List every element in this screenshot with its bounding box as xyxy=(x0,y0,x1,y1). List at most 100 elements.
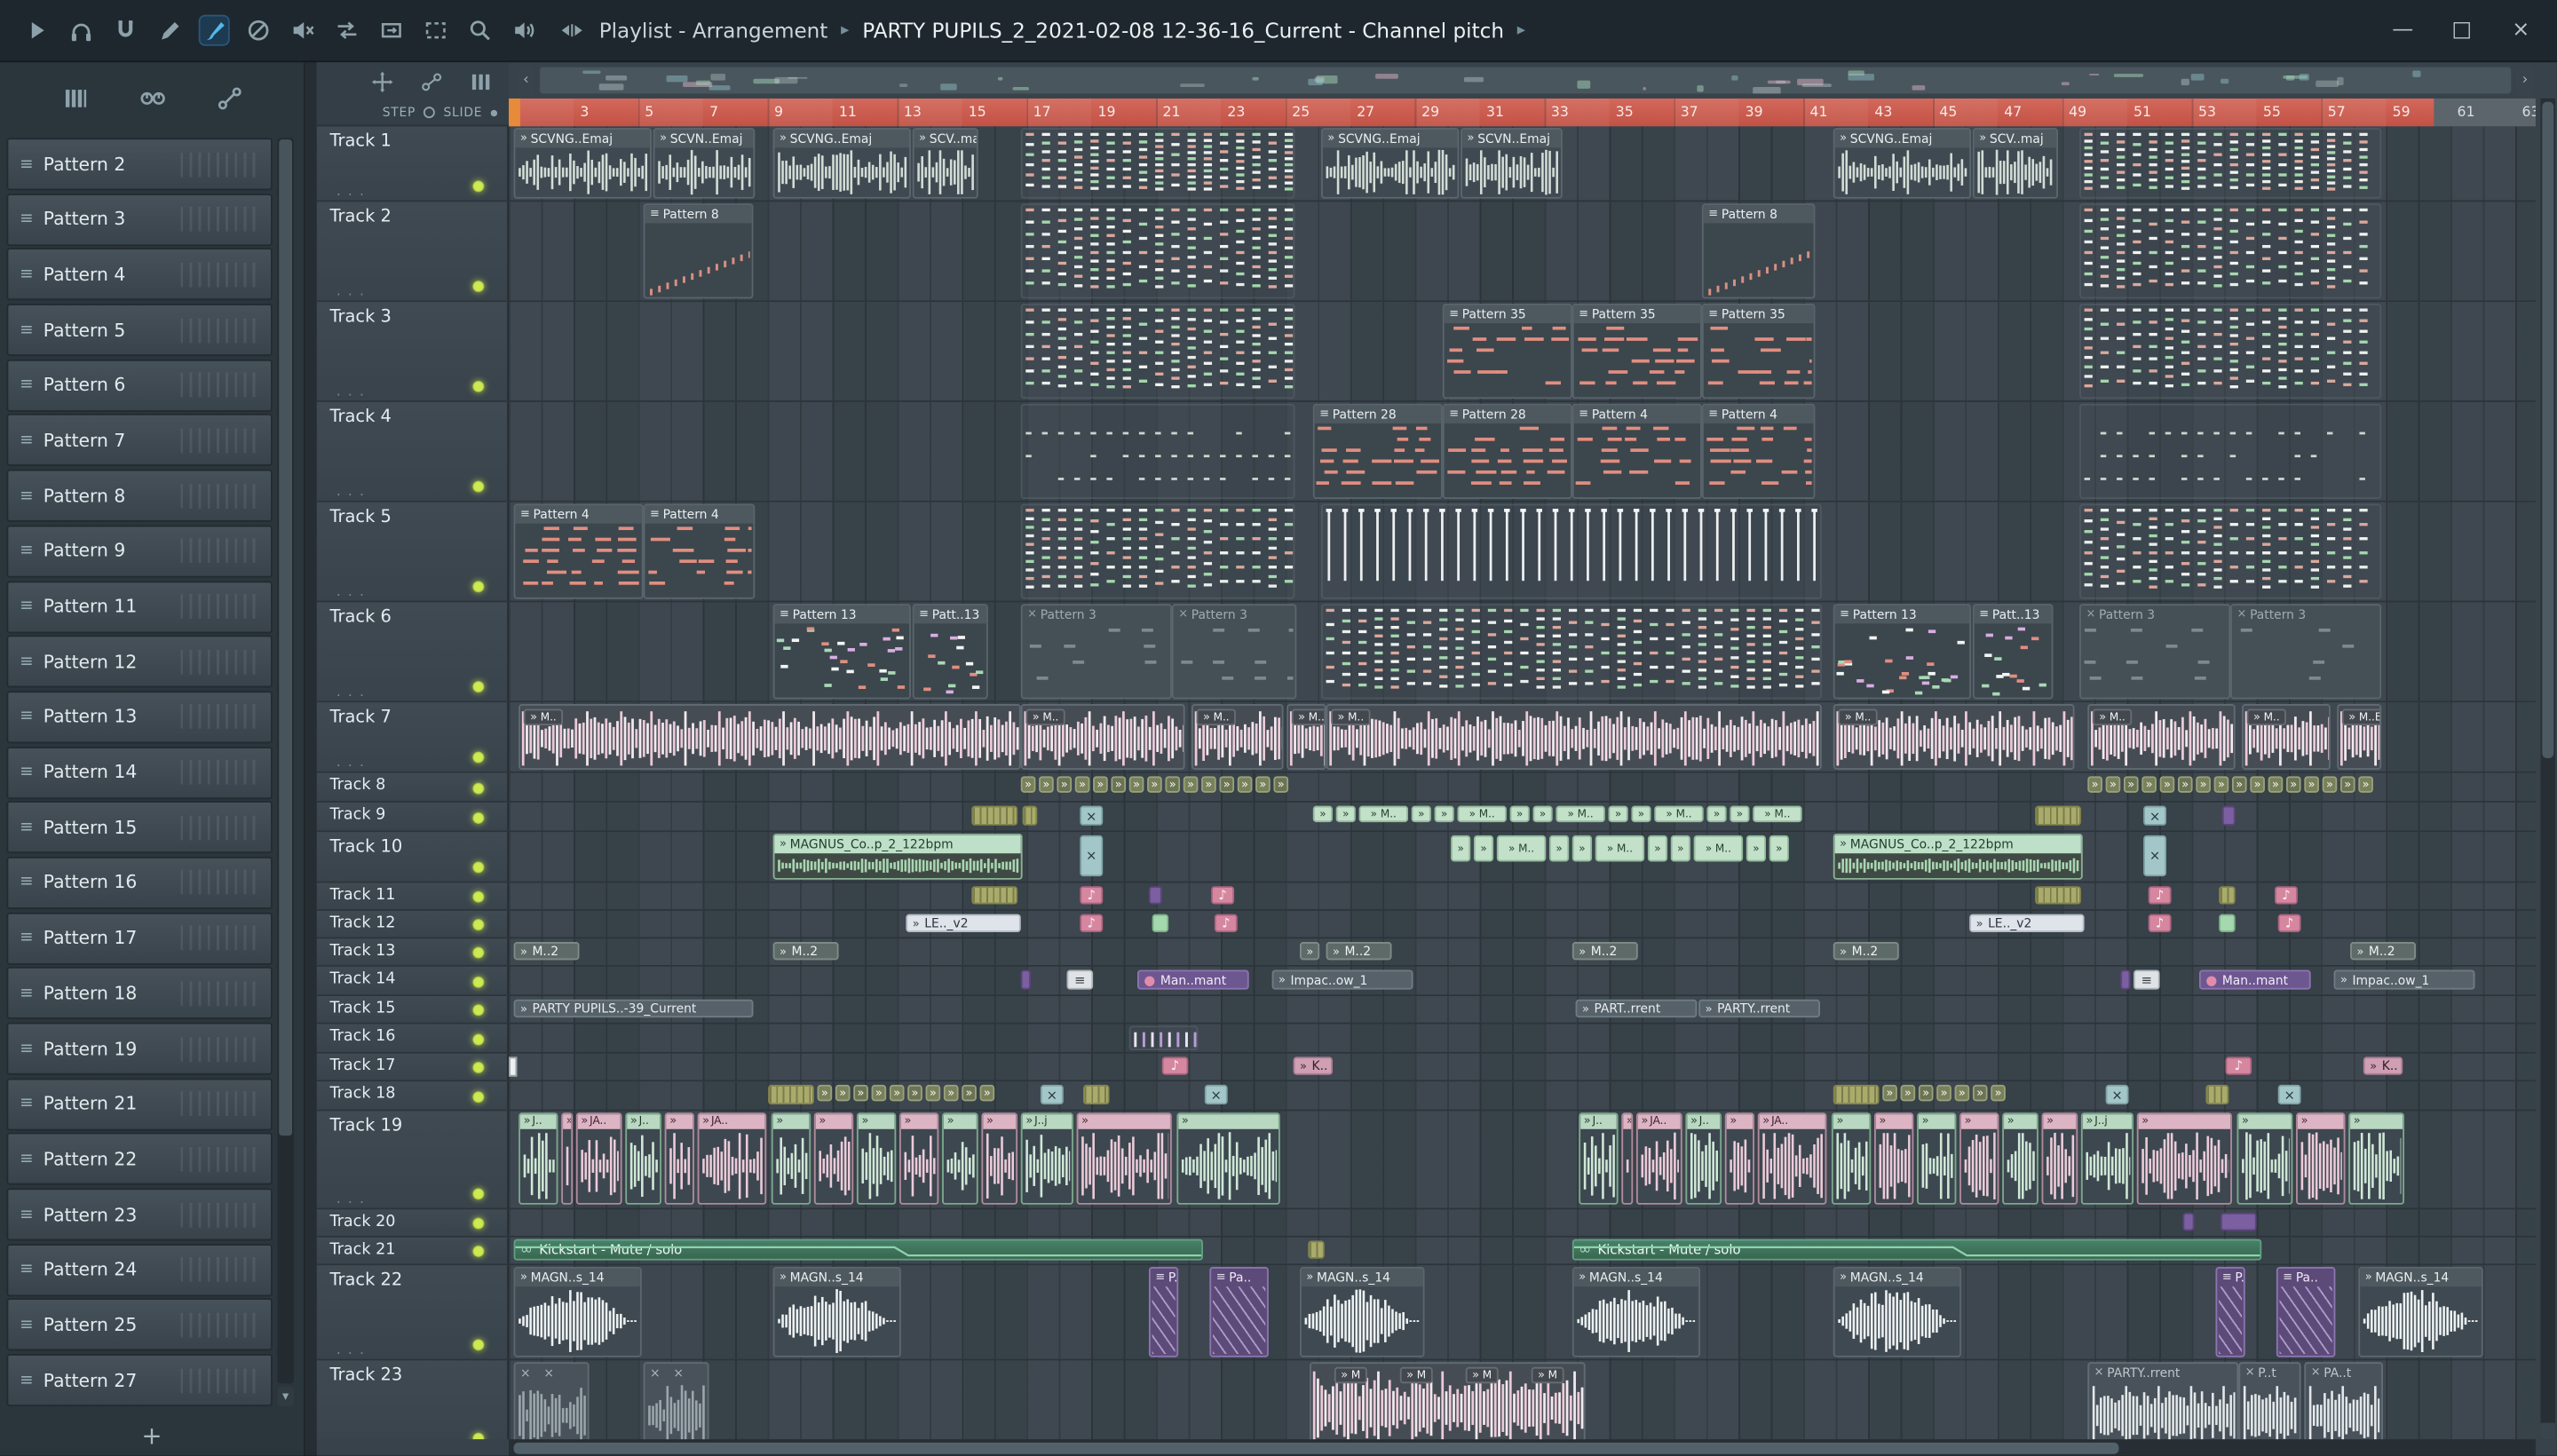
clip-magn-s-14[interactable]: » MAGN..s_14 xyxy=(2358,1267,2483,1357)
playhead-marker[interactable] xyxy=(509,98,520,127)
arrow-chip[interactable]: » xyxy=(835,1084,851,1102)
clip-pattern-3[interactable]: × Pattern 3 xyxy=(1171,604,1297,700)
clip-xchip[interactable]: × xyxy=(1204,1084,1228,1105)
clip-waveclip[interactable]: » xyxy=(942,1112,978,1205)
clip-magnus-co-p-2-122bpm[interactable]: » MAGNUS_Co..p_2_122bpm xyxy=(1833,834,2083,880)
clip-chip[interactable] xyxy=(2219,886,2236,905)
channel-rack-view-icon[interactable] xyxy=(137,83,166,113)
track-mute-led[interactable] xyxy=(472,281,485,293)
clip-k-[interactable]: » K.. xyxy=(2363,1056,2403,1075)
clip-party-pupils-39-current[interactable]: » PARTY PUPILS..-39_Current xyxy=(513,999,754,1018)
clip-chip[interactable] xyxy=(2219,914,2236,932)
pattern-item[interactable]: ≡ Pattern 13 xyxy=(6,690,273,744)
track-mute-led[interactable] xyxy=(472,919,485,931)
clip-xchip[interactable]: × xyxy=(2277,1084,2301,1105)
clip-impac-ow-1[interactable]: » Impac..ow_1 xyxy=(1271,969,1413,990)
track-mute-led[interactable] xyxy=(472,581,485,593)
slide-tool-icon[interactable] xyxy=(377,16,405,44)
clip-waveclip[interactable]: » xyxy=(899,1112,939,1205)
clip-cols[interactable] xyxy=(1020,203,1295,299)
clip-waveclip[interactable]: » xyxy=(664,1112,694,1205)
clip-waveclip[interactable]: » xyxy=(2136,1112,2232,1205)
clip-m-[interactable]: » M.. xyxy=(1833,704,2075,770)
arrow-chip[interactable]: » xyxy=(1219,776,1235,793)
arrow-chip[interactable]: » xyxy=(1128,776,1144,793)
arrow-chip[interactable]: » xyxy=(1255,776,1271,793)
clip-scvng-emaj[interactable]: » SCVNG..Emaj xyxy=(772,128,911,199)
scroll-right-button[interactable]: › xyxy=(2515,65,2535,96)
maximize-button[interactable]: □ xyxy=(2449,18,2475,43)
clip-waveclip[interactable]: » xyxy=(1917,1112,1957,1205)
clip-dense23[interactable]: » M» M» M» M xyxy=(1310,1362,1586,1440)
track-lane[interactable]: ×»»» M..»»» M..»»» M..»»» M..»»» M.. × xyxy=(509,802,2536,831)
track-header[interactable]: Track 11 xyxy=(316,882,510,910)
clip-kickstart-mute-solo[interactable]: ∞ Kickstart - Mute / solo xyxy=(513,1238,1203,1261)
clip-chip[interactable] xyxy=(1083,1084,1110,1105)
clip-waveclip[interactable]: » xyxy=(2236,1112,2293,1205)
track-mute-led[interactable] xyxy=(472,1246,485,1257)
clip-j-j[interactable]: » J..j xyxy=(2080,1112,2134,1205)
green-chip[interactable]: » M.. xyxy=(1358,805,1409,823)
clip-m-[interactable]: » M.. xyxy=(1020,704,1185,770)
track-header[interactable]: Track 12 xyxy=(316,910,510,938)
clip-waveclip[interactable]: » xyxy=(1076,1112,1172,1205)
track-lane[interactable]: ≡ Pattern 4 ≡ Pattern 4 xyxy=(509,502,2536,601)
arrow-chip[interactable]: » xyxy=(1147,776,1162,793)
paint-brush-icon[interactable] xyxy=(200,16,228,44)
preview-headphones-icon[interactable] xyxy=(67,16,95,44)
green-chip[interactable]: » xyxy=(1509,805,1530,823)
clip-scvn-emaj[interactable]: » SCVN..Emaj xyxy=(1461,128,1563,199)
slide-tool-icon[interactable] xyxy=(417,67,447,97)
pattern-item[interactable]: ≡ Pattern 11 xyxy=(6,580,273,633)
clip-chip[interactable] xyxy=(2205,1084,2229,1105)
clip-chip[interactable] xyxy=(971,886,1018,905)
clip-impac-ow-1[interactable]: » Impac..ow_1 xyxy=(2333,969,2475,990)
track-header[interactable]: Track 7 . . . xyxy=(316,702,510,772)
track-mute-led[interactable] xyxy=(472,1061,485,1073)
clip-j-[interactable]: » J.. xyxy=(519,1112,558,1205)
pattern-item[interactable]: ≡ Pattern 19 xyxy=(6,1022,273,1075)
clip-j-[interactable]: » J.. xyxy=(1685,1112,1722,1205)
clip-arrows[interactable]: »»»»»»»»»»»»»»» xyxy=(1020,776,1295,795)
arrow-chip[interactable]: » xyxy=(871,1084,887,1102)
snap-magnet-icon[interactable] xyxy=(112,16,139,44)
pattern-item[interactable]: ≡ Pattern 18 xyxy=(6,967,273,1020)
clip-cols[interactable] xyxy=(1020,503,1295,599)
clip-pattern-35[interactable]: ≡ Pattern 35 xyxy=(1442,303,1572,400)
clip-dashes[interactable] xyxy=(2079,403,2382,499)
track-header[interactable]: Track 4 . . . xyxy=(316,401,510,501)
green-chip[interactable]: » xyxy=(1312,805,1333,823)
arrow-chip[interactable]: » xyxy=(2141,776,2157,793)
clip-iconchip[interactable]: ≡ xyxy=(2133,969,2160,990)
clip-pattern-3[interactable]: × Pattern 3 xyxy=(2079,604,2231,700)
step-toggle[interactable] xyxy=(424,107,436,119)
clip-waveclip[interactable]: » xyxy=(1176,1112,1280,1205)
green-chip[interactable]: » xyxy=(1608,805,1628,823)
arrow-chip[interactable]: » xyxy=(2285,776,2301,793)
arrow-chip[interactable]: » xyxy=(2087,776,2102,793)
clip-j-[interactable]: » J.. xyxy=(625,1112,661,1205)
track-lane[interactable]: » M..2» M..2»» M..2» M..2» M..2» M..2 xyxy=(509,938,2536,965)
clip-pa-[interactable]: ≡ Pa.. xyxy=(2276,1267,2336,1357)
track-mute-led[interactable] xyxy=(472,946,485,959)
green-chip[interactable]: » M.. xyxy=(1556,805,1605,823)
track-header[interactable]: Track 23 . . . xyxy=(316,1360,510,1440)
clip-notechip[interactable]: ♪ xyxy=(1080,886,1104,905)
track-header[interactable]: Track 10 xyxy=(316,832,510,882)
clip-scv-maj[interactable]: »SCV..maj xyxy=(1972,128,2059,199)
green-chip[interactable]: » M.. xyxy=(1753,805,1802,823)
clip-cols[interactable] xyxy=(2079,503,2382,599)
arrow-chip[interactable]: » xyxy=(1165,776,1181,793)
arrow-chip[interactable]: » xyxy=(1972,1084,1988,1102)
green-chip[interactable]: » xyxy=(1548,835,1570,862)
green-chip[interactable]: » M.. xyxy=(1457,805,1507,823)
track-header[interactable]: Track 15 xyxy=(316,996,510,1023)
green-chip[interactable]: » xyxy=(1670,835,1690,862)
clip-m-[interactable]: » M.. xyxy=(1191,704,1284,770)
green-chip[interactable]: » xyxy=(1746,835,1766,862)
green-chip[interactable]: » xyxy=(1473,835,1494,862)
clip-chip[interactable] xyxy=(2182,1213,2195,1231)
clip-pattern-4[interactable]: ≡ Pattern 4 xyxy=(1571,403,1702,499)
track-header[interactable]: Track 2 . . . xyxy=(316,202,510,301)
clip-chip[interactable] xyxy=(971,805,1018,826)
